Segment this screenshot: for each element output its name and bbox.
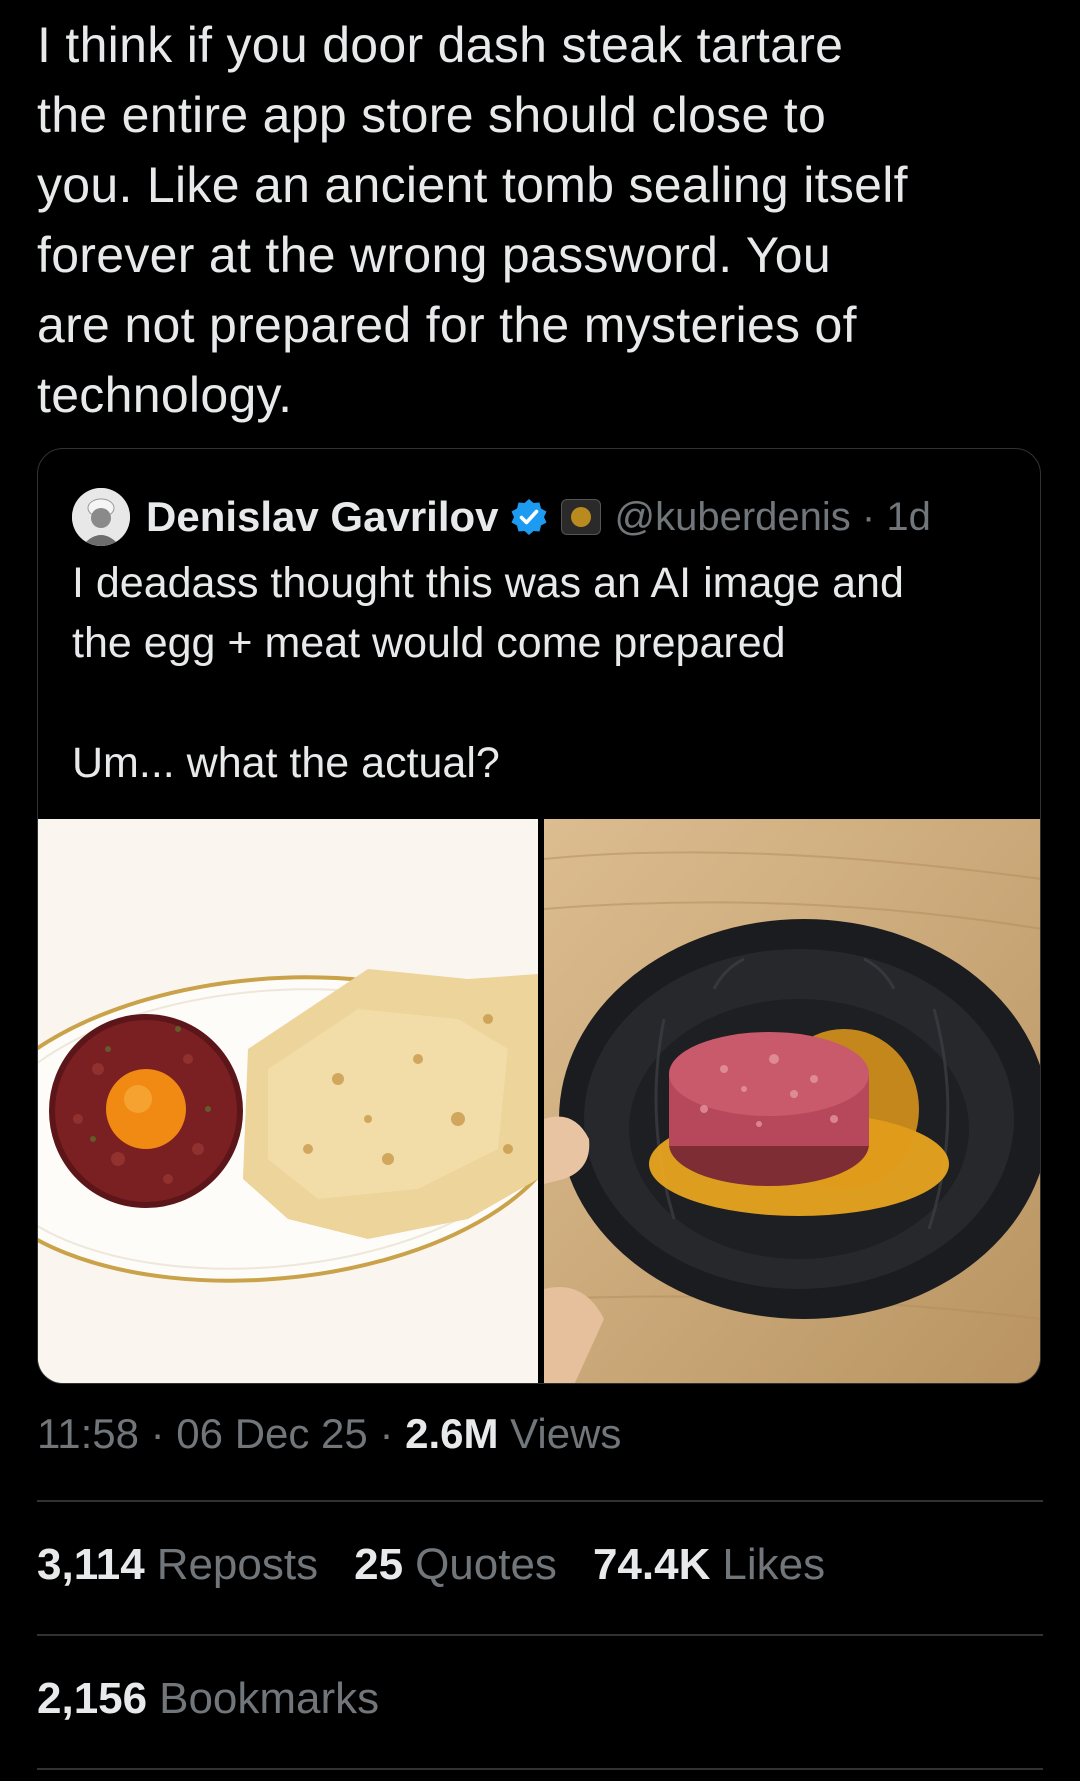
quoted-tweet-text: I deadass thought this was an AI image a… [72, 559, 904, 787]
divider [37, 1500, 1043, 1502]
quotes-stat[interactable]: 25 Quotes [354, 1540, 557, 1590]
divider [37, 1634, 1043, 1636]
tweet-text: I think if you door dash steak tartare t… [37, 17, 908, 423]
views-count: 2.6M [405, 1410, 499, 1457]
likes-count: 74.4K [592, 1540, 711, 1589]
quoted-author-handle[interactable]: @kuberdenis · 1d [615, 495, 931, 540]
quotes-count: 25 [354, 1540, 404, 1589]
bookmarks-count: 2,156 [37, 1674, 148, 1723]
avatar[interactable] [72, 488, 130, 546]
engagement-stats: 3,114 Reposts 25 Quotes 74.4K Likes [37, 1540, 825, 1590]
reposts-stat[interactable]: 3,114 Reposts [37, 1540, 318, 1590]
tweet-meta: 11:58 · 06 Dec 25 · 2.6M Views [37, 1410, 621, 1458]
verified-badge-icon [511, 499, 547, 535]
quoted-tweet-card[interactable]: Denislav Gavrilov @kuberdenis · 1d I dea… [37, 448, 1041, 1384]
quoted-tweet-header: Denislav Gavrilov @kuberdenis · 1d [72, 487, 931, 547]
affiliate-badge-icon [560, 499, 601, 535]
divider [37, 1768, 1043, 1770]
bookmarks-stat[interactable]: 2,156 Bookmarks [37, 1674, 379, 1724]
views-label: Views [498, 1410, 622, 1457]
timestamp[interactable]: 11:58 · 06 Dec 25 · [37, 1410, 405, 1457]
quotes-label: Quotes [415, 1540, 557, 1589]
reposts-label: Reposts [156, 1540, 319, 1589]
quoted-tweet-media[interactable] [38, 819, 1040, 1383]
delivered-tartare-bowl-image[interactable] [544, 819, 1040, 1383]
likes-stat[interactable]: 74.4K Likes [593, 1540, 825, 1590]
likes-label: Likes [722, 1540, 826, 1589]
quoted-author-name[interactable]: Denislav Gavrilov [146, 493, 499, 541]
steak-tartare-plate-image[interactable] [38, 819, 538, 1383]
reposts-count: 3,114 [37, 1540, 145, 1589]
bookmarks-label: Bookmarks [159, 1674, 380, 1723]
